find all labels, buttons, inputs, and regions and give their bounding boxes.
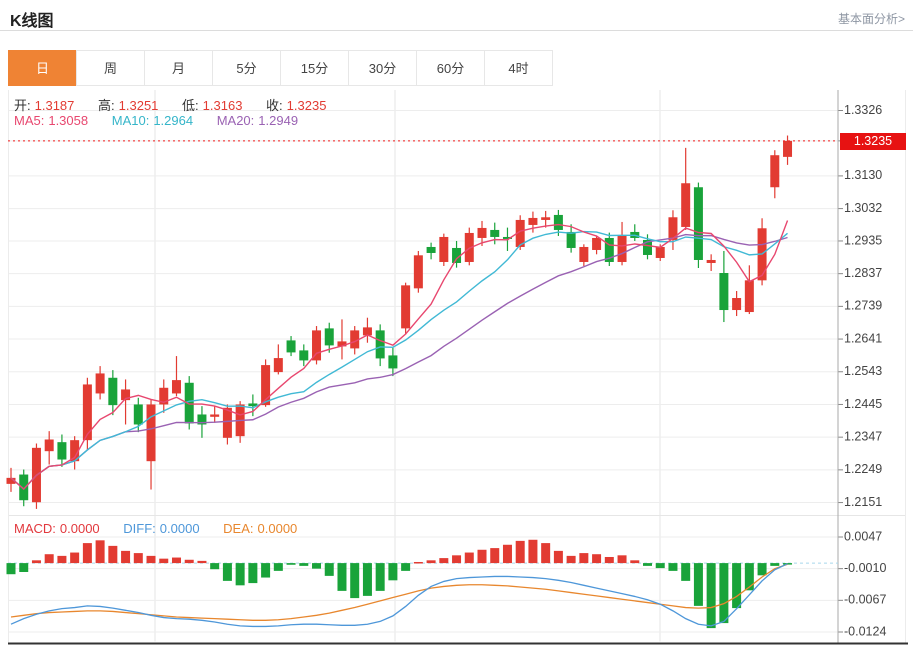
svg-text:0.0047: 0.0047 [844,529,882,543]
high-value: 1.3251 [119,98,159,113]
close-value: 1.3235 [287,98,327,113]
high-label: 高: [98,98,115,113]
svg-text:1.3326: 1.3326 [844,103,882,117]
macd-value: 0.0000 [60,521,100,536]
ma20-label: MA20: [217,113,255,128]
ma20-value: 1.2949 [258,113,298,128]
dea-label: DEA: [223,521,253,536]
ohlc-legend: 开: 1.3187 高: 1.3251 低: 1.3163 收: 1.3235 [14,95,330,114]
macd-legend: MACD: 0.0000 DIFF: 0.0000 DEA: 0.0000 [14,521,301,536]
open-value: 1.3187 [35,98,75,113]
svg-text:1.2151: 1.2151 [844,495,882,509]
ma10-value: 1.2964 [153,113,193,128]
open-label: 开: [14,98,31,113]
current-price-badge: 1.3235 [840,133,906,150]
macd-label: MACD: [14,521,56,536]
svg-text:-0.0010: -0.0010 [844,561,886,575]
svg-text:1.3130: 1.3130 [844,168,882,182]
low-label: 低: [182,98,199,113]
diff-label: DIFF: [123,521,156,536]
dea-value: 0.0000 [258,521,298,536]
ma10-label: MA10: [112,113,150,128]
svg-text:1.2641: 1.2641 [844,331,882,345]
svg-text:1.2739: 1.2739 [844,299,882,313]
ma5-label: MA5: [14,113,44,128]
svg-text:1.2347: 1.2347 [844,429,882,443]
svg-text:1.2935: 1.2935 [844,233,882,247]
svg-text:-0.0124: -0.0124 [844,624,886,638]
low-value: 1.3163 [203,98,243,113]
diff-value: 0.0000 [160,521,200,536]
ma-legend: MA5: 1.3058 MA10:1.2964 MA20:1.2949 [14,113,302,128]
svg-text:-0.0067: -0.0067 [844,593,886,607]
svg-text:1.3032: 1.3032 [844,201,882,215]
kline-widget: K线图 基本面分析> 日 周 月 5分 15分 30分 60分 4时 1.332… [0,0,913,648]
svg-text:1.2249: 1.2249 [844,462,882,476]
svg-text:1.2445: 1.2445 [844,397,882,411]
ma5-value: 1.3058 [48,113,88,128]
svg-text:1.2543: 1.2543 [844,364,882,378]
close-label: 收: [266,98,283,113]
svg-text:1.2837: 1.2837 [844,266,882,280]
